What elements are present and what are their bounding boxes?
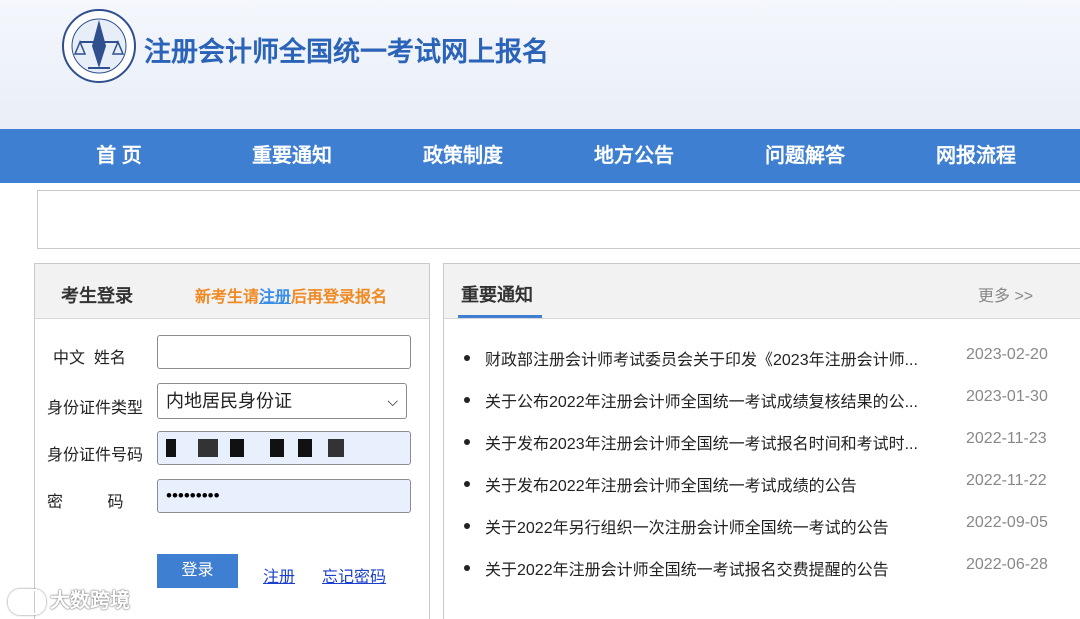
notice-date: 2022-11-22 <box>966 472 1047 489</box>
notices-panel: 重要通知 更多 >> 财政部注册会计师考试委员会关于印发《2023年注册会计师.… <box>443 263 1080 619</box>
register-hint-prefix: 新考生请 <box>195 289 260 306</box>
watermark-logo-icon <box>8 588 46 615</box>
register-link[interactable]: 注册 <box>263 563 295 587</box>
redaction-mark <box>230 439 244 457</box>
register-hint: 新考生请注册后再登录报名 <box>195 283 387 307</box>
nav-item-local-announcements[interactable]: 地方公告 <box>564 129 704 183</box>
notices-title-underline <box>458 315 542 318</box>
login-button[interactable]: 登录 <box>157 554 238 588</box>
notice-date: 2023-02-20 <box>966 346 1048 363</box>
bullet-icon <box>464 481 470 487</box>
more-link[interactable]: 更多 >> <box>978 282 1033 306</box>
nav-item-faq[interactable]: 问题解答 <box>735 129 875 183</box>
notices-title: 重要通知 <box>461 285 533 305</box>
watermark-text: 大数跨境 <box>50 590 130 612</box>
notice-title[interactable]: 关于2022年注册会计师全国统一考试报名交费提醒的公告 <box>485 556 935 580</box>
notice-title[interactable]: 关于发布2023年注册会计师全国统一考试报名时间和考试时... <box>485 430 935 454</box>
notice-title[interactable]: 关于2022年另行组织一次注册会计师全国统一考试的公告 <box>485 514 935 538</box>
notice-item[interactable]: 财政部注册会计师考试委员会关于印发《2023年注册会计师... 2023-02-… <box>464 346 1064 370</box>
login-panel: 考生登录 新考生请注册后再登录报名 中文 姓名 身份证件类型 内地居民身份证 ⌵… <box>34 263 430 619</box>
notice-item[interactable]: 关于发布2023年注册会计师全国统一考试报名时间和考试时... 2022-11-… <box>464 430 1064 454</box>
cicpa-logo-icon <box>62 9 136 83</box>
chevron-down-icon: ⌵ <box>387 393 398 409</box>
forgot-password-link[interactable]: 忘记密码 <box>322 563 386 587</box>
id-number-field[interactable] <box>157 431 411 465</box>
name-field[interactable] <box>157 335 411 369</box>
notice-item[interactable]: 关于2022年另行组织一次注册会计师全国统一考试的公告 2022-09-05 <box>464 514 1064 538</box>
redaction-mark <box>328 439 344 457</box>
notice-item[interactable]: 关于发布2022年注册会计师全国统一考试成绩的公告 2022-11-22 <box>464 472 1064 496</box>
notice-date: 2022-09-05 <box>966 514 1048 531</box>
notice-date: 2022-11-23 <box>966 430 1047 447</box>
site-title: 注册会计师全国统一考试网上报名 <box>144 37 549 67</box>
main-nav: 首 页 重要通知 政策制度 地方公告 问题解答 网报流程 <box>0 129 1080 183</box>
notice-item[interactable]: 关于公布2022年注册会计师全国统一考试成绩复核结果的公... 2023-01-… <box>464 388 1064 412</box>
bullet-icon <box>464 397 470 403</box>
redaction-mark <box>270 439 284 457</box>
redaction-mark <box>298 439 312 457</box>
nav-item-home[interactable]: 首 页 <box>49 129 189 183</box>
banner-area <box>37 190 1080 249</box>
redaction-mark <box>166 439 176 457</box>
notice-title[interactable]: 关于公布2022年注册会计师全国统一考试成绩复核结果的公... <box>485 388 935 412</box>
bullet-icon <box>464 355 470 361</box>
id-type-label: 身份证件类型 <box>47 400 144 417</box>
id-type-select[interactable]: 内地居民身份证 ⌵ <box>157 383 407 419</box>
notice-item[interactable]: 关于2022年注册会计师全国统一考试报名交费提醒的公告 2022-06-28 <box>464 556 1064 580</box>
notices-header: 重要通知 更多 >> <box>444 264 1080 319</box>
register-hint-suffix: 后再登录报名 <box>291 289 388 306</box>
register-hint-link[interactable]: 注册 <box>259 289 291 306</box>
password-label: 密 码 <box>47 494 124 511</box>
nav-item-registration-process[interactable]: 网报流程 <box>906 129 1046 183</box>
password-field[interactable] <box>157 479 411 513</box>
watermark: 大数跨境 <box>8 584 130 615</box>
bullet-icon <box>464 523 470 529</box>
nav-item-policies[interactable]: 政策制度 <box>393 129 533 183</box>
bullet-icon <box>464 565 470 571</box>
id-type-value: 内地居民身份证 <box>166 391 292 411</box>
notice-date: 2022-06-28 <box>966 556 1048 573</box>
notice-title[interactable]: 财政部注册会计师考试委员会关于印发《2023年注册会计师... <box>485 346 935 370</box>
site-header: 注册会计师全国统一考试网上报名 <box>0 0 1080 129</box>
redaction-mark <box>198 439 218 457</box>
id-number-label: 身份证件号码 <box>47 447 144 464</box>
login-title: 考生登录 <box>61 286 133 306</box>
nav-item-important-notices[interactable]: 重要通知 <box>222 129 362 183</box>
name-label: 中文 姓名 <box>53 350 126 367</box>
notice-date: 2023-01-30 <box>966 388 1048 405</box>
notice-title[interactable]: 关于发布2022年注册会计师全国统一考试成绩的公告 <box>485 472 935 496</box>
bullet-icon <box>464 439 470 445</box>
login-header: 考生登录 新考生请注册后再登录报名 <box>35 264 429 319</box>
